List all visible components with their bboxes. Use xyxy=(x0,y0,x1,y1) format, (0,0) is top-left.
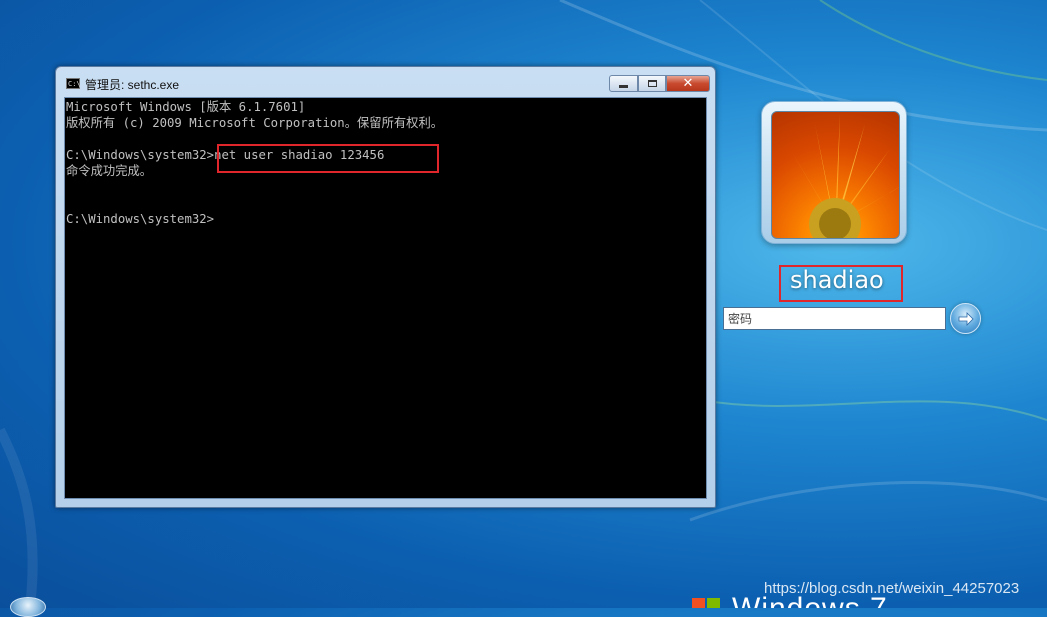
console-line: Microsoft Windows [版本 6.1.7601] xyxy=(66,100,306,114)
console-output[interactable]: Microsoft Windows [版本 6.1.7601] 版权所有 (c)… xyxy=(64,97,707,499)
command-highlight-box xyxy=(217,144,439,173)
minimize-icon xyxy=(619,85,628,88)
avatar xyxy=(771,111,900,239)
cmd-icon: C:\ xyxy=(66,78,81,89)
cmd-window[interactable]: C:\ 管理员: sethc.exe ✕ Microsoft Windows [… xyxy=(55,66,716,508)
windows-logo: Windows 7 xyxy=(690,590,1047,608)
close-button[interactable]: ✕ xyxy=(666,75,710,92)
ease-of-access-button[interactable] xyxy=(10,597,46,617)
maximize-icon xyxy=(647,80,657,87)
console-line: 版权所有 (c) 2009 Microsoft Corporation。保留所有… xyxy=(66,116,444,130)
password-input[interactable] xyxy=(723,307,946,330)
username: shadiao xyxy=(790,266,884,294)
minimize-button[interactable] xyxy=(609,75,638,92)
windows-flag-icon xyxy=(692,598,720,608)
login-submit-button[interactable] xyxy=(950,303,981,334)
flower-avatar-icon xyxy=(775,114,899,238)
window-title: 管理员: sethc.exe xyxy=(85,78,180,92)
user-avatar-frame xyxy=(761,101,907,244)
console-prompt: C:\Windows\system32> xyxy=(66,212,215,226)
cmd-titlebar[interactable]: C:\ 管理员: sethc.exe ✕ xyxy=(56,67,715,95)
windows-logo-text: Windows 7 xyxy=(732,592,888,608)
arrow-right-icon xyxy=(958,311,974,326)
console-line: 命令成功完成。 xyxy=(66,164,153,178)
maximize-button[interactable] xyxy=(638,75,666,92)
close-icon: ✕ xyxy=(682,76,694,91)
